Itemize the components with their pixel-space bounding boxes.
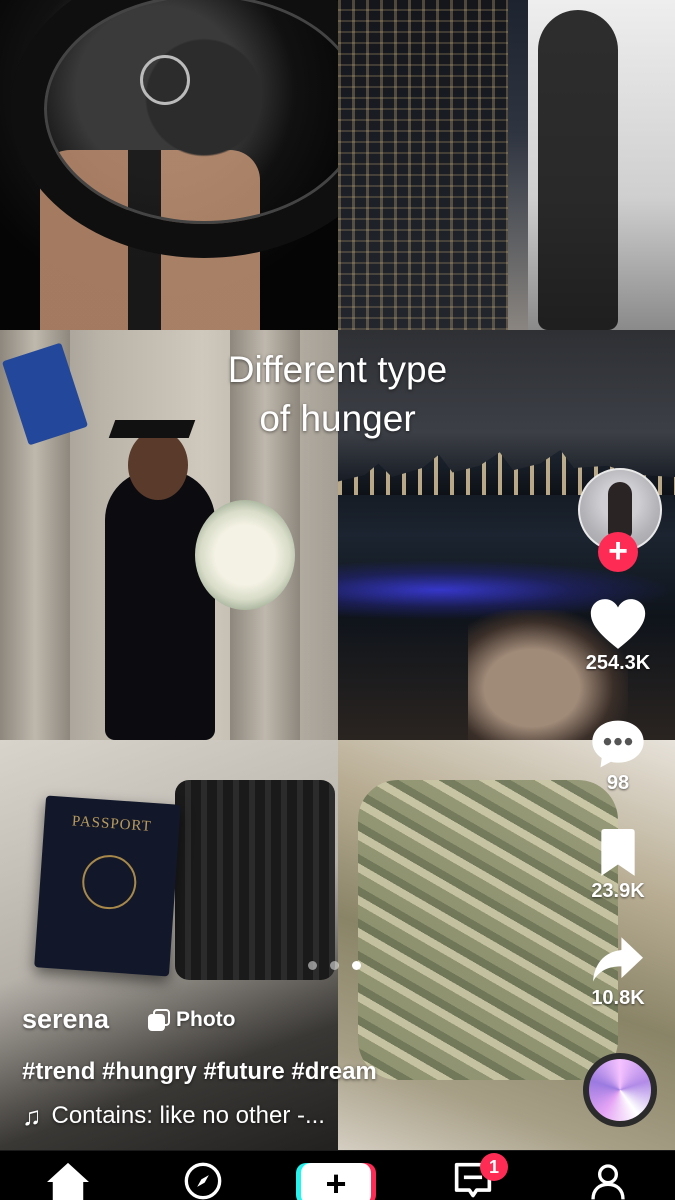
suitcase-shape <box>175 780 335 980</box>
plus-icon: + <box>325 1163 347 1200</box>
nav-inbox[interactable]: 1 <box>450 1153 508 1200</box>
slide-indicator <box>308 960 361 970</box>
heart-icon <box>590 599 646 649</box>
photo-stack-icon <box>148 1009 170 1031</box>
music-disc-button[interactable] <box>583 1053 657 1127</box>
overlay-caption-line: Different type <box>227 349 448 390</box>
dress-shape <box>105 470 215 740</box>
head-shape <box>128 430 188 500</box>
music-info[interactable]: ♫ Contains: like no other -... <box>22 1102 325 1130</box>
nav-create[interactable]: + <box>296 1163 378 1200</box>
save-count: 23.9K <box>591 880 645 902</box>
graduation-cap-shape <box>108 420 196 438</box>
slide-dot <box>308 960 317 970</box>
overlay-caption-line: of hunger <box>259 398 416 439</box>
like-button[interactable]: 254.3K <box>573 598 663 675</box>
nav-discover[interactable] <box>180 1161 226 1200</box>
creator-username[interactable]: serena <box>22 1004 109 1035</box>
photo-steering-wheel <box>0 0 338 330</box>
money-stacks-shape <box>358 780 618 1080</box>
overlay-caption: Different type of hunger <box>185 345 490 443</box>
share-button[interactable]: 10.8K <box>573 935 663 1010</box>
bottom-navigation: + 1 <box>0 1150 675 1200</box>
comment-bubble-icon <box>592 720 644 768</box>
photo-passport: PASSPORT <box>0 740 338 1160</box>
inbox-notification-badge: 1 <box>480 1153 508 1181</box>
eagle-emblem-icon <box>80 853 139 911</box>
slide-dot-active <box>352 960 361 970</box>
share-count: 10.8K <box>591 987 645 1009</box>
nav-home[interactable] <box>45 1161 91 1200</box>
bookmark-icon <box>601 829 635 876</box>
share-arrow-icon <box>593 937 643 982</box>
car-logo-shape <box>140 55 190 105</box>
photo-mode-badge: Photo <box>148 1008 235 1032</box>
home-icon <box>47 1162 89 1200</box>
slide-dot <box>330 960 339 970</box>
photo-mode-label: Photo <box>176 1008 236 1031</box>
like-count: 254.3K <box>585 652 651 674</box>
passport-label: PASSPORT <box>71 813 153 835</box>
nav-profile[interactable] <box>585 1161 631 1200</box>
music-note-icon: ♫ <box>22 1101 42 1131</box>
avatar-figure-shape <box>608 482 632 538</box>
music-title: Contains: like no other -... <box>51 1102 325 1129</box>
bouquet-shape <box>195 500 295 610</box>
follow-button[interactable]: + <box>598 532 638 572</box>
person-silhouette-shape <box>538 10 618 330</box>
compass-icon <box>184 1162 222 1200</box>
post-hashtags[interactable]: #trend #hungry #future #dream <box>22 1058 377 1086</box>
passport-shape: PASSPORT <box>34 795 181 977</box>
comment-button[interactable]: 98 <box>573 718 663 795</box>
comment-count: 98 <box>606 772 630 794</box>
create-button[interactable]: + <box>296 1163 376 1200</box>
tiktok-photo-post-screen: PASSPORT Different type of hunger + 254.… <box>0 0 675 1200</box>
save-button[interactable]: 23.9K <box>573 828 663 903</box>
photo-city-window <box>338 0 675 330</box>
city-lights-shape <box>338 0 508 330</box>
profile-icon <box>591 1164 625 1200</box>
